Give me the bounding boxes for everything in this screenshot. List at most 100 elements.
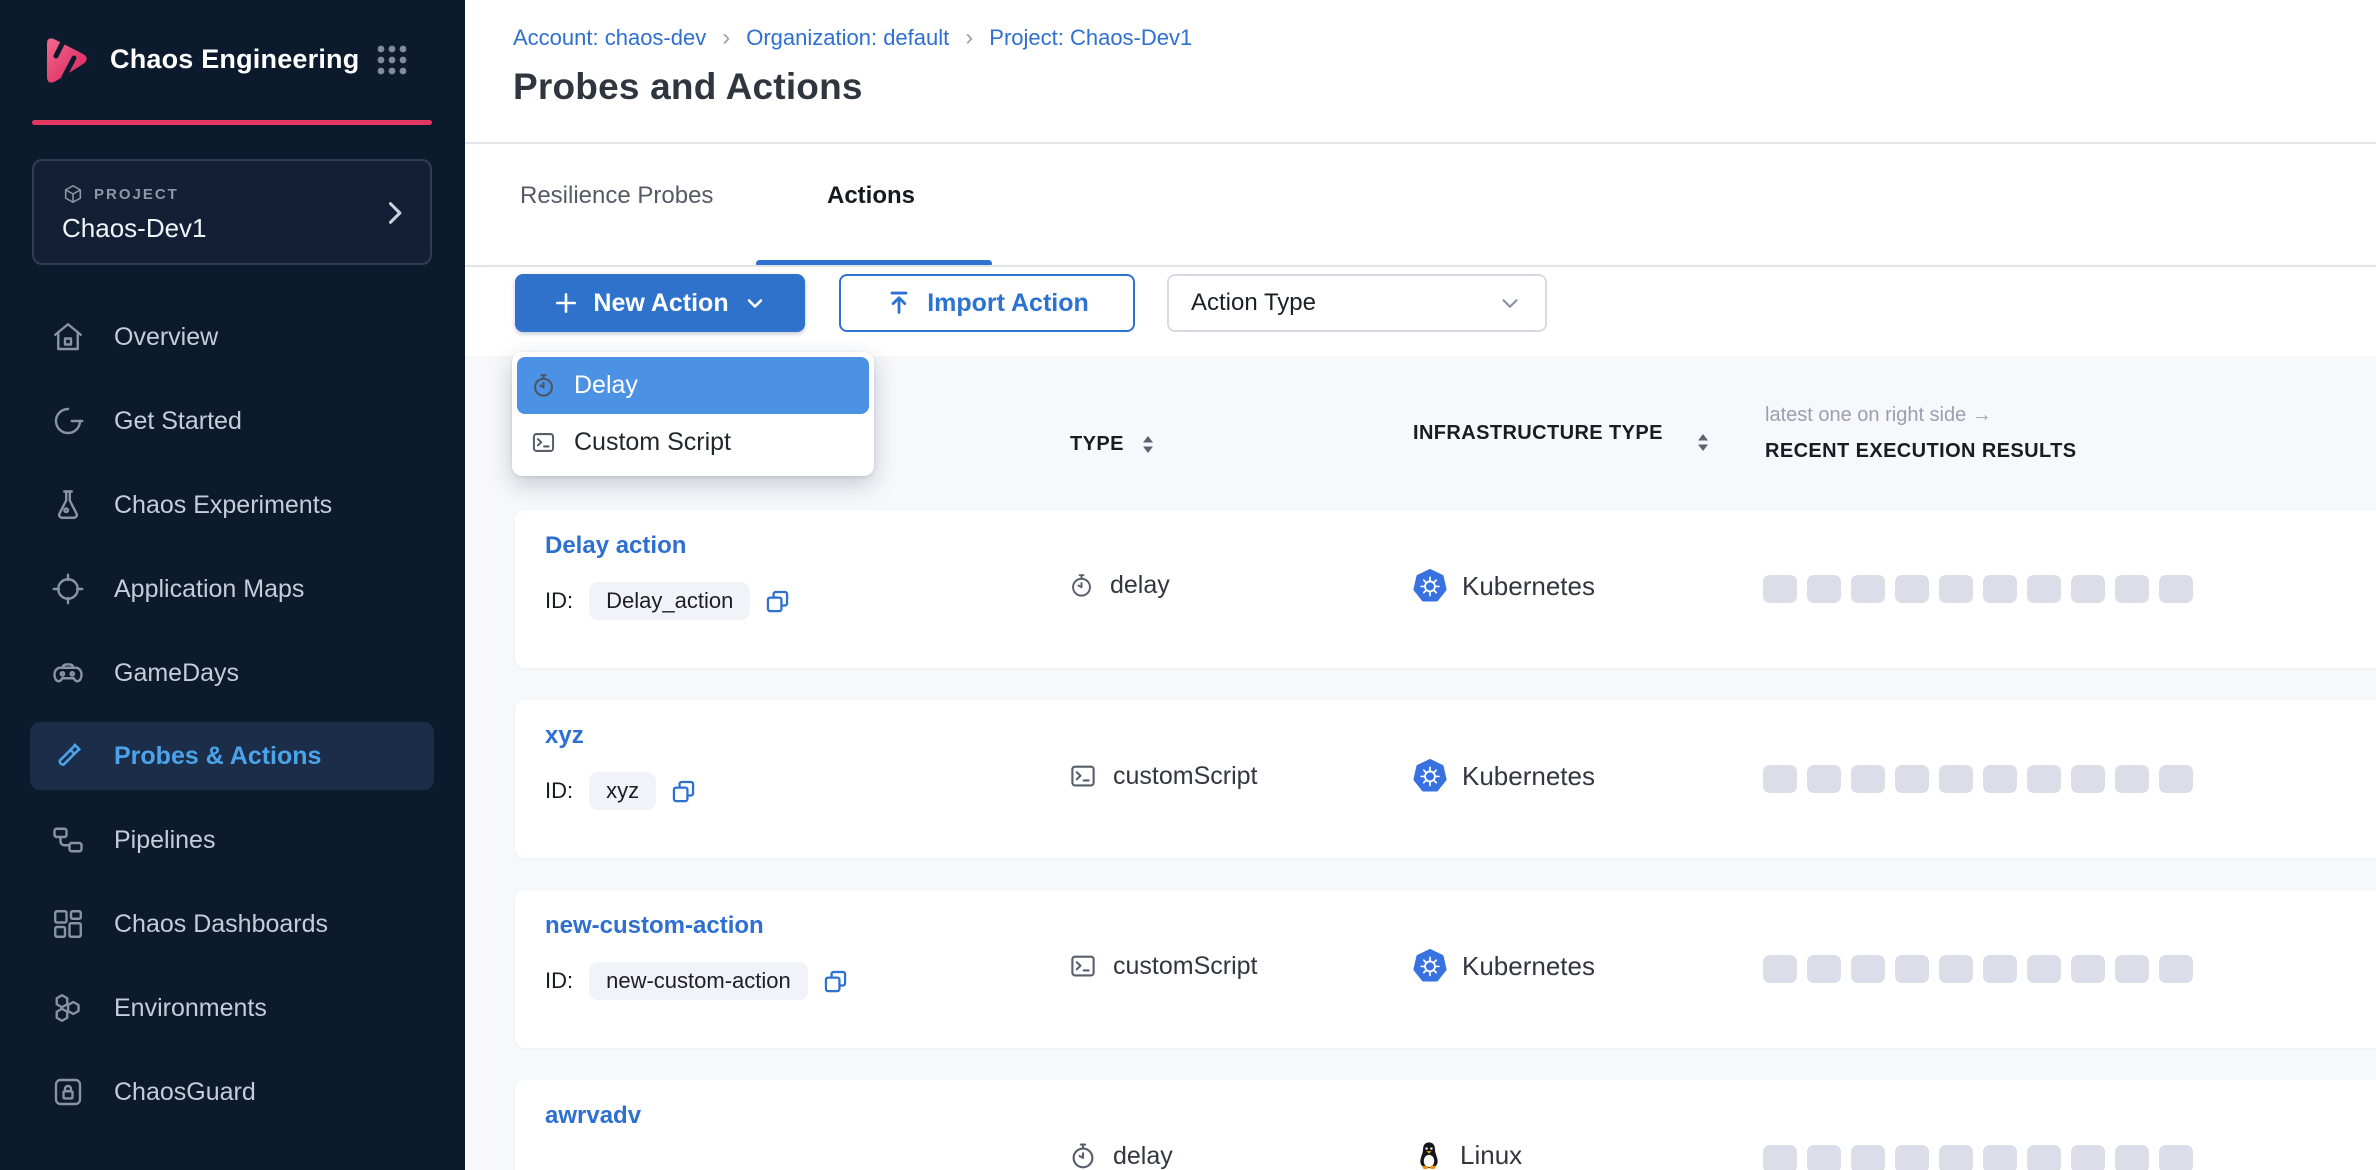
action-name-link[interactable]: awrvadv: [545, 1102, 641, 1130]
action-id-value: xyz: [589, 772, 656, 810]
stopwatch-icon: [1068, 572, 1095, 599]
execution-result-placeholder: [2027, 575, 2061, 603]
breadcrumb-separator: ›: [722, 24, 730, 52]
tabs-divider: [465, 265, 2376, 267]
dropdown-item-delay[interactable]: Delay: [517, 357, 869, 414]
plus-icon: [553, 290, 579, 316]
recent-execution-results: [1763, 1145, 2193, 1170]
sidebar-item-gamedays[interactable]: GameDays: [30, 639, 434, 707]
project-name: Chaos-Dev1: [62, 213, 207, 244]
action-type-select[interactable]: Action Type: [1167, 274, 1547, 332]
sidebar-item-pipelines[interactable]: Pipelines: [30, 806, 434, 874]
action-type-cell: customScript: [1068, 951, 1257, 981]
sidebar-item-probes-actions[interactable]: Probes & Actions: [30, 722, 434, 790]
execution-result-placeholder: [2115, 575, 2149, 603]
execution-result-placeholder: [2115, 955, 2149, 983]
execution-result-placeholder: [1895, 955, 1929, 983]
sidebar-item-label: Application Maps: [114, 575, 304, 604]
sidebar-item-label: GameDays: [114, 659, 239, 688]
column-header-recent-execution-results: RECENT EXECUTION RESULTS: [1765, 440, 2076, 463]
sidebar: Chaos Engineering PROJECT Chaos-Dev1: [0, 0, 465, 1170]
sidebar-item-label: Probes & Actions: [114, 742, 321, 771]
breadcrumb-separator: ›: [965, 24, 973, 52]
execution-result-placeholder: [2071, 575, 2105, 603]
action-type-value: customScript: [1113, 762, 1257, 791]
recent-execution-results: [1763, 575, 2193, 603]
breadcrumb-project[interactable]: Project: Chaos-Dev1: [989, 25, 1192, 51]
execution-result-placeholder: [2027, 765, 2061, 793]
import-action-button[interactable]: Import Action: [839, 274, 1135, 332]
chaos-logo-icon: [34, 30, 94, 90]
sidebar-item-chaos-experiments[interactable]: Chaos Experiments: [30, 471, 434, 539]
sidebar-item-label: Chaos Dashboards: [114, 910, 328, 939]
execution-result-placeholder: [2159, 765, 2193, 793]
action-type-value: delay: [1113, 1142, 1173, 1170]
tab-resilience-probes[interactable]: Resilience Probes: [520, 182, 713, 210]
sidebar-item-label: Environments: [114, 994, 267, 1023]
sidebar-item-label: Pipelines: [114, 826, 215, 855]
chevron-down-icon: [1497, 290, 1523, 316]
execution-result-placeholder: [1763, 955, 1797, 983]
breadcrumb-account[interactable]: Account: chaos-dev: [513, 25, 706, 51]
action-row-card: new-custom-action ID: new-custom-action …: [515, 890, 2376, 1048]
sidebar-item-environments[interactable]: Environments: [30, 974, 434, 1042]
execution-result-placeholder: [1851, 955, 1885, 983]
sort-icon[interactable]: [1142, 436, 1154, 453]
project-selector[interactable]: PROJECT Chaos-Dev1: [32, 159, 432, 265]
sort-icon[interactable]: [1697, 434, 1709, 451]
kubernetes-icon: [1413, 759, 1447, 793]
brand-row: Chaos Engineering: [0, 28, 465, 94]
sidebar-item-chaos-dashboards[interactable]: Chaos Dashboards: [30, 890, 434, 958]
import-action-label: Import Action: [927, 289, 1089, 318]
action-name-link[interactable]: new-custom-action: [545, 912, 764, 940]
brand-title: Chaos Engineering: [110, 44, 359, 75]
copy-icon[interactable]: [822, 968, 849, 995]
main-content: Account: chaos-dev › Organization: defau…: [465, 0, 2376, 1170]
sidebar-item-application-maps[interactable]: Application Maps: [30, 555, 434, 623]
grid-apps-icon[interactable]: [374, 42, 410, 78]
sidebar-item-overview[interactable]: Overview: [30, 303, 434, 371]
execution-result-placeholder: [1983, 955, 2017, 983]
recent-execution-results: [1763, 765, 2193, 793]
execution-result-placeholder: [2027, 955, 2061, 983]
action-name-link[interactable]: xyz: [545, 722, 584, 750]
copy-icon[interactable]: [764, 588, 791, 615]
execution-result-placeholder: [1895, 1145, 1929, 1170]
execution-result-placeholder: [1807, 765, 1841, 793]
chevron-right-icon: [380, 199, 408, 227]
action-name-link[interactable]: Delay action: [545, 532, 686, 560]
execution-result-placeholder: [1763, 765, 1797, 793]
action-id-value: Delay_action: [589, 582, 750, 620]
id-label: ID:: [545, 588, 573, 614]
breadcrumb: Account: chaos-dev › Organization: defau…: [513, 24, 1192, 52]
breadcrumb-organization[interactable]: Organization: default: [746, 25, 949, 51]
action-type-cell: delay: [1068, 1141, 1173, 1170]
dashboard-icon: [50, 906, 86, 942]
new-action-button[interactable]: New Action: [515, 274, 805, 332]
execution-result-placeholder: [1983, 765, 2017, 793]
execution-result-placeholder: [1851, 575, 1885, 603]
dropdown-item-custom-script[interactable]: Custom Script: [517, 414, 869, 471]
sidebar-item-label: ChaosGuard: [114, 1078, 256, 1107]
recent-execution-results: [1763, 955, 2193, 983]
terminal-icon: [530, 429, 557, 456]
id-label: ID:: [545, 968, 573, 994]
action-id-value: new-custom-action: [589, 962, 808, 1000]
execution-result-placeholder: [1983, 1145, 2017, 1170]
execution-result-placeholder: [1807, 955, 1841, 983]
infrastructure-value: Kubernetes: [1462, 761, 1595, 792]
new-action-dropdown-menu: Delay Custom Script: [512, 352, 874, 476]
kubernetes-icon: [1413, 569, 1447, 603]
chaos-engineering-app: Chaos Engineering PROJECT Chaos-Dev1: [0, 0, 2376, 1170]
sidebar-item-label: Get Started: [114, 407, 242, 436]
sidebar-item-chaosguard[interactable]: ChaosGuard: [30, 1058, 434, 1126]
action-type-value: delay: [1110, 571, 1170, 600]
sidebar-item-get-started[interactable]: Get Started: [30, 387, 434, 455]
execution-result-placeholder: [1895, 575, 1929, 603]
copy-icon[interactable]: [670, 778, 697, 805]
execution-result-placeholder: [1939, 955, 1973, 983]
execution-result-placeholder: [2027, 1145, 2061, 1170]
flask-icon: [50, 487, 86, 523]
tab-actions[interactable]: Actions: [827, 182, 915, 210]
action-row-card: xyz ID: xyz customScript: [515, 700, 2376, 858]
